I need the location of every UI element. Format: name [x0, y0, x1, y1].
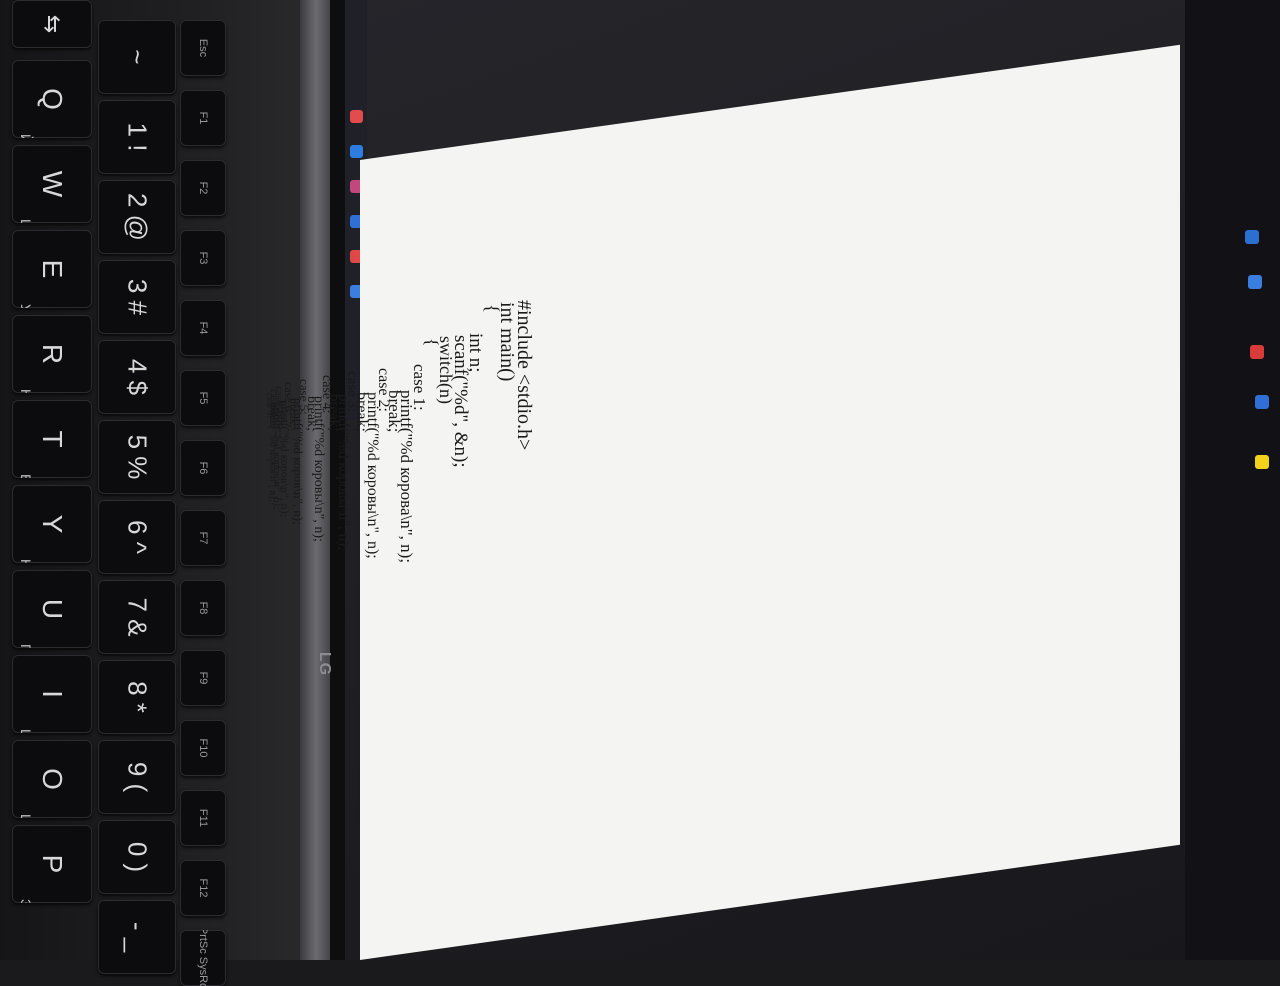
code-listing: #include <stdio.h> int main(){int n; scanf…	[265, 160, 1025, 720]
key-6-[interactable]: 6 ^	[98, 500, 176, 574]
key-cyrillic-label: Й	[18, 134, 34, 138]
app-icon[interactable]	[350, 145, 363, 158]
key-cyrillic-label: Г	[18, 644, 34, 648]
key-f2[interactable]: F2	[180, 160, 226, 216]
key-y[interactable]: YН	[12, 485, 92, 563]
key-label: 2 @	[122, 192, 153, 242]
key-label: 9 (	[122, 761, 153, 793]
key-label: F9	[197, 671, 209, 685]
code-line: int main()	[496, 302, 519, 382]
key--[interactable]: ~	[98, 20, 176, 94]
monitor-icon	[1245, 230, 1259, 244]
key-cyrillic-label: Е	[18, 474, 34, 478]
key-f11[interactable]: F11	[180, 790, 226, 846]
monitor-icon	[1250, 345, 1264, 359]
key-label: R	[37, 343, 68, 365]
key-0-[interactable]: 0 )	[98, 820, 176, 894]
key-3-[interactable]: 3 #	[98, 260, 176, 334]
key-label: T	[37, 430, 68, 448]
key-u[interactable]: UГ	[12, 570, 92, 648]
key-tab[interactable]: ⇆	[12, 0, 92, 48]
key-label: Y	[37, 514, 68, 534]
key-label: W	[37, 170, 68, 198]
key-f1[interactable]: F1	[180, 90, 226, 146]
key-f7[interactable]: F7	[180, 510, 226, 566]
key-i[interactable]: IШ	[12, 655, 92, 733]
key-label: O	[37, 768, 68, 790]
key-cyrillic-label: У	[18, 304, 34, 308]
code-line: {	[480, 304, 502, 314]
key-label: F10	[197, 738, 209, 758]
monitor-icon	[1255, 395, 1269, 409]
key-label: - _	[122, 921, 153, 953]
key-f3[interactable]: F3	[180, 230, 226, 286]
key-q[interactable]: QЙ	[12, 60, 92, 138]
key-e[interactable]: EУ	[12, 230, 92, 308]
key-label: F11	[197, 808, 209, 828]
key-label: F6	[197, 461, 209, 475]
key-9-[interactable]: 9 (	[98, 740, 176, 814]
browser-icon[interactable]	[350, 110, 363, 123]
key-label: 6 ^	[122, 520, 153, 554]
key-4-[interactable]: 4 $	[98, 340, 176, 414]
key-label: F7	[197, 531, 209, 545]
key-cyrillic-label: К	[18, 389, 34, 393]
key-f5[interactable]: F5	[180, 370, 226, 426]
monitor-icon	[1255, 455, 1269, 469]
key-label: Esc	[197, 38, 209, 58]
key-r[interactable]: RК	[12, 315, 92, 393]
second-monitor	[1185, 0, 1280, 960]
key-label: U	[37, 598, 68, 620]
key-label: F8	[197, 601, 209, 615]
key-p[interactable]: PЗ	[12, 825, 92, 903]
key-2-[interactable]: 2 @	[98, 180, 176, 254]
key-cyrillic-label: Ш	[18, 729, 34, 733]
key-f12[interactable]: F12	[180, 860, 226, 916]
key-label: PrtSc SysRq	[197, 930, 209, 986]
key-label: F4	[197, 321, 209, 335]
code-line: case 9:	[264, 393, 275, 419]
key-1-[interactable]: 1 !	[98, 100, 176, 174]
key-f8[interactable]: F8	[180, 580, 226, 636]
monitor-icon	[1248, 275, 1262, 289]
key-label: 0 )	[122, 841, 153, 873]
key-label: I	[37, 690, 68, 698]
key-label: 3 #	[122, 278, 153, 316]
key-w[interactable]: WЦ	[12, 145, 92, 223]
key-label: F2	[197, 181, 209, 195]
key-cyrillic-label: З	[18, 899, 34, 903]
key-label: ~	[122, 49, 153, 65]
key-label: 5 %	[122, 434, 153, 480]
code-line: switch(n)	[436, 336, 457, 405]
key-f6[interactable]: F6	[180, 440, 226, 496]
key-label: P	[37, 854, 68, 874]
key-label: 7 &	[122, 597, 153, 637]
key-o[interactable]: OЩ	[12, 740, 92, 818]
key-5-[interactable]: 5 %	[98, 420, 176, 494]
key-f10[interactable]: F10	[180, 720, 226, 776]
key-7-[interactable]: 7 &	[98, 580, 176, 654]
key-label: F5	[197, 391, 209, 405]
tab-icon: ⇆	[40, 14, 65, 34]
key-label: F1	[197, 111, 209, 125]
key-label: E	[37, 259, 68, 279]
laptop-brand-logo: LG	[316, 651, 334, 677]
key-f4[interactable]: F4	[180, 300, 226, 356]
key-f9[interactable]: F9	[180, 650, 226, 706]
key-label: Q	[37, 88, 68, 110]
code-line: {	[422, 338, 443, 347]
key-prtsc-sysrq[interactable]: PrtSc SysRq	[180, 930, 226, 986]
key-esc[interactable]: Esc	[180, 20, 226, 76]
key--[interactable]: - _	[98, 900, 176, 974]
key-cyrillic-label: Н	[18, 559, 34, 563]
key-cyrillic-label: Ц	[18, 219, 34, 223]
key-label: 4 $	[122, 358, 153, 396]
key-cyrillic-label: Щ	[18, 814, 34, 818]
key-label: 1 !	[122, 122, 153, 152]
key-label: 8 *	[122, 681, 153, 713]
key-8-[interactable]: 8 *	[98, 660, 176, 734]
key-t[interactable]: TЕ	[12, 400, 92, 478]
key-label: F3	[197, 251, 209, 265]
key-label: F12	[197, 878, 209, 898]
